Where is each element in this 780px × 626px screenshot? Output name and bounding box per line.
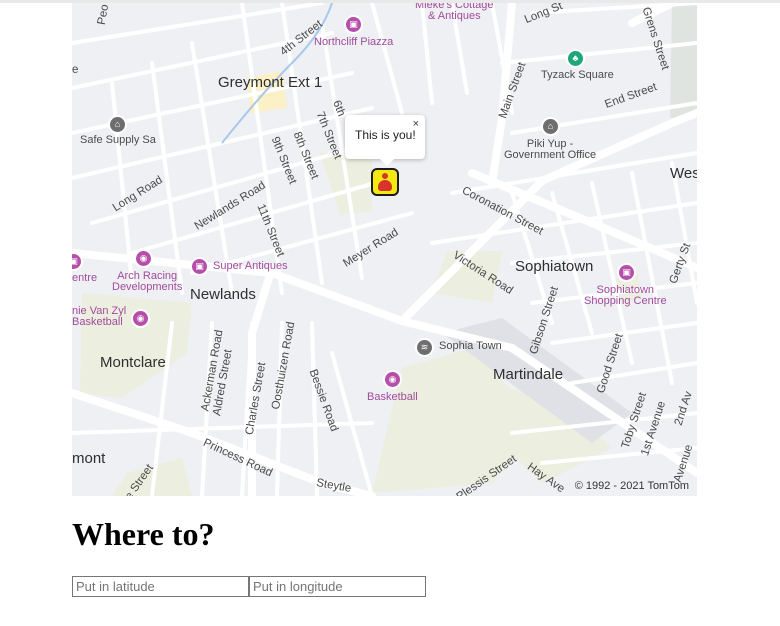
label-martindale: Martindale <box>493 366 564 383</box>
user-location-icon[interactable] <box>371 168 399 196</box>
label-piki: Piki Yup - Government Office <box>504 138 597 161</box>
latitude-input[interactable] <box>72 576 249 597</box>
label-wes: Wes <box>670 165 697 182</box>
store-icon[interactable]: ⌂ <box>108 115 127 134</box>
landmark-icon[interactable]: ≋ <box>415 338 434 357</box>
sports-icon[interactable]: ◉ <box>134 249 153 268</box>
label-entre: entre <box>72 272 98 284</box>
label-van-zyl: nie Van Zyl Basketball <box>72 305 127 328</box>
marker-head <box>382 173 388 179</box>
label-safe-supply: Safe Supply Sa <box>80 134 156 146</box>
longitude-input[interactable] <box>249 576 426 597</box>
marker-body <box>378 180 392 191</box>
map-view[interactable]: Greymont Ext 1 Newlands Montclare Sophia… <box>72 3 697 496</box>
label-montclare: Montclare <box>100 354 166 371</box>
shopping-bag-icon[interactable]: ▣ <box>190 257 209 276</box>
label-super-antiques: Super Antiques <box>213 260 288 272</box>
label-newlands: Newlands <box>190 286 256 303</box>
map-copyright: © 1992 - 2021 TomTom <box>574 480 689 492</box>
label-mont: mont <box>72 450 106 467</box>
label-sophiatown: Sophiatown <box>515 258 594 275</box>
label-northcliff: Northcliff Piazza <box>314 36 394 48</box>
label-basketball: Basketball <box>367 391 418 403</box>
park-icon[interactable]: ♣ <box>566 49 585 68</box>
label-mieke: Mieke's Cottage & Antiques <box>415 3 494 22</box>
label-greymont: Greymont Ext 1 <box>218 74 323 91</box>
location-popup: × This is you! <box>345 115 425 166</box>
popup-tail <box>380 159 394 166</box>
shopping-bag-icon[interactable]: ▣ <box>344 15 363 34</box>
government-icon[interactable]: ⌂ <box>541 117 560 136</box>
sports-icon[interactable]: ◉ <box>383 370 402 389</box>
label-sophia-town: Sophia Town <box>439 340 502 352</box>
label-sophiatown-sc: Sophiatown Shopping Centre <box>584 284 667 307</box>
page-title: Where to? <box>72 516 215 552</box>
popup-text: This is you! <box>355 128 416 142</box>
label-tyzack: Tyzack Square <box>541 69 614 81</box>
label-arch-racing: Arch Racing Developments <box>112 270 183 293</box>
sports-icon[interactable]: ◉ <box>131 309 150 328</box>
street-e-top: e <box>72 64 79 76</box>
shopping-bag-icon[interactable]: ▣ <box>617 263 636 282</box>
